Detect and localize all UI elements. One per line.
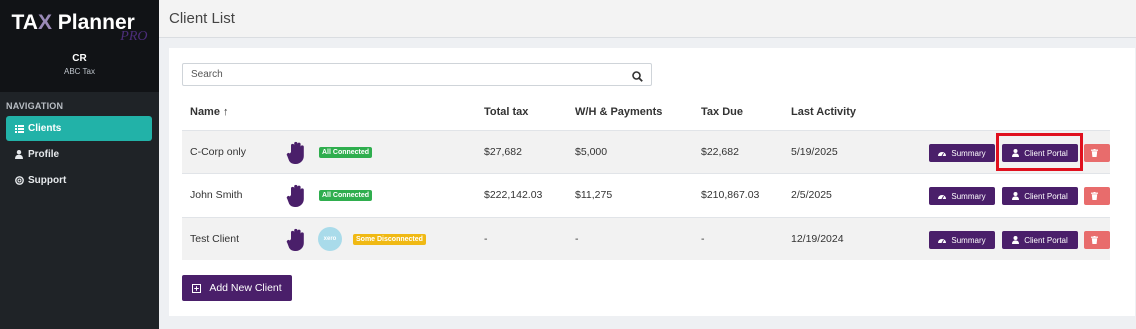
status-badge: All Connected bbox=[319, 146, 373, 158]
column-header-total-tax[interactable]: Total tax bbox=[484, 106, 528, 118]
tax-due-value: $22,682 bbox=[701, 146, 739, 158]
client-portal-button-label: Client Portal bbox=[1024, 191, 1068, 201]
client-portal-button[interactable]: Client Portal bbox=[1002, 187, 1078, 205]
delete-button[interactable] bbox=[1084, 187, 1110, 205]
column-header-name[interactable]: Name ↑ bbox=[190, 106, 229, 118]
search-box bbox=[182, 63, 652, 86]
table-row[interactable]: Test Client xero Some Disconnected - - -… bbox=[182, 217, 1110, 260]
last-activity-value: 5/19/2025 bbox=[791, 146, 838, 158]
dashboard-icon bbox=[938, 194, 947, 199]
last-activity-value: 2/5/2025 bbox=[791, 189, 832, 201]
sidebar: TAX Planner PRO CR ABC Tax NAVIGATION Cl… bbox=[0, 0, 159, 329]
sidebar-item-clients[interactable]: Clients bbox=[6, 116, 152, 141]
client-portal-button[interactable]: Client Portal bbox=[1002, 144, 1078, 162]
column-header-payments[interactable]: W/H & Payments bbox=[575, 106, 662, 118]
delete-button[interactable] bbox=[1084, 144, 1110, 162]
last-activity-value: 12/19/2024 bbox=[791, 233, 844, 245]
page-title: Client List bbox=[169, 10, 235, 27]
nav-heading: NAVIGATION bbox=[6, 101, 64, 111]
add-new-client-label: Add New Client bbox=[209, 282, 282, 294]
total-tax-value: - bbox=[484, 233, 488, 245]
search-input[interactable] bbox=[183, 64, 623, 85]
user-organization: ABC Tax bbox=[64, 67, 95, 76]
add-new-client-button[interactable]: Add New Client bbox=[182, 275, 292, 301]
client-name[interactable]: Test Client bbox=[190, 218, 239, 260]
user-icon bbox=[1012, 236, 1020, 244]
delete-button[interactable] bbox=[1084, 231, 1110, 249]
summary-button-label: Summary bbox=[951, 148, 986, 158]
summary-button[interactable]: Summary bbox=[929, 231, 995, 249]
user-icon bbox=[1012, 192, 1020, 200]
client-portal-button-label: Client Portal bbox=[1024, 235, 1068, 245]
sidebar-item-label: Profile bbox=[28, 149, 60, 160]
sidebar-item-label: Clients bbox=[28, 123, 62, 134]
trash-icon bbox=[1091, 192, 1098, 200]
user-initials: CR bbox=[72, 53, 87, 64]
lifebuoy-icon bbox=[14, 176, 24, 185]
top-bar: Client List bbox=[159, 0, 1136, 38]
column-header-last-activity[interactable]: Last Activity bbox=[791, 106, 856, 118]
client-list-panel: Name ↑ Total tax W/H & Payments Tax Due … bbox=[169, 48, 1135, 316]
xero-logo-icon: xero bbox=[318, 227, 342, 251]
column-header-tax-due[interactable]: Tax Due bbox=[701, 106, 743, 118]
client-name[interactable]: John Smith bbox=[190, 174, 243, 216]
client-name[interactable]: C-Corp only bbox=[190, 131, 246, 173]
total-tax-value: $222,142.03 bbox=[484, 189, 543, 201]
trash-icon bbox=[1091, 236, 1098, 244]
client-portal-button[interactable]: Client Portal bbox=[1002, 231, 1078, 249]
table-row[interactable]: C-Corp only All Connected $27,682 $5,000… bbox=[182, 130, 1110, 173]
trash-icon bbox=[1091, 149, 1098, 157]
sidebar-item-label: Support bbox=[28, 175, 67, 186]
client-portal-button-label: Client Portal bbox=[1024, 148, 1068, 158]
tax-due-value: - bbox=[701, 233, 705, 245]
summary-button[interactable]: Summary bbox=[929, 187, 995, 205]
logo-pro-text: PRO bbox=[120, 29, 148, 44]
table-row[interactable]: John Smith All Connected $222,142.03 $11… bbox=[182, 173, 1110, 216]
payments-value: - bbox=[575, 233, 579, 245]
list-icon bbox=[14, 124, 24, 133]
tax-planner-logo[interactable]: TAX Planner PRO bbox=[10, 10, 150, 46]
hand-icon bbox=[286, 141, 304, 164]
nav-list: Clients Profile Support bbox=[0, 111, 159, 193]
search-icon[interactable] bbox=[632, 69, 643, 87]
payments-value: $5,000 bbox=[575, 146, 608, 158]
brand-area: TAX Planner PRO CR ABC Tax bbox=[0, 0, 159, 92]
user-icon bbox=[14, 150, 24, 159]
payments-value: $11,275 bbox=[575, 189, 613, 201]
user-icon bbox=[1012, 149, 1020, 157]
logo-text: TAX Planner bbox=[11, 11, 135, 34]
sidebar-item-profile[interactable]: Profile bbox=[6, 142, 152, 167]
hand-icon bbox=[286, 228, 304, 251]
sidebar-item-support[interactable]: Support bbox=[6, 168, 152, 193]
tax-due-value: $210,867.03 bbox=[701, 189, 760, 201]
status-badge: All Connected bbox=[319, 189, 373, 201]
plus-square-icon bbox=[192, 283, 202, 293]
status-badge: Some Disconnected bbox=[353, 233, 426, 245]
dashboard-icon bbox=[938, 238, 947, 243]
dashboard-icon bbox=[938, 151, 947, 156]
total-tax-value: $27,682 bbox=[484, 146, 522, 158]
summary-button-label: Summary bbox=[951, 191, 986, 201]
hand-icon bbox=[286, 184, 304, 207]
summary-button-label: Summary bbox=[951, 235, 986, 245]
summary-button[interactable]: Summary bbox=[929, 144, 995, 162]
